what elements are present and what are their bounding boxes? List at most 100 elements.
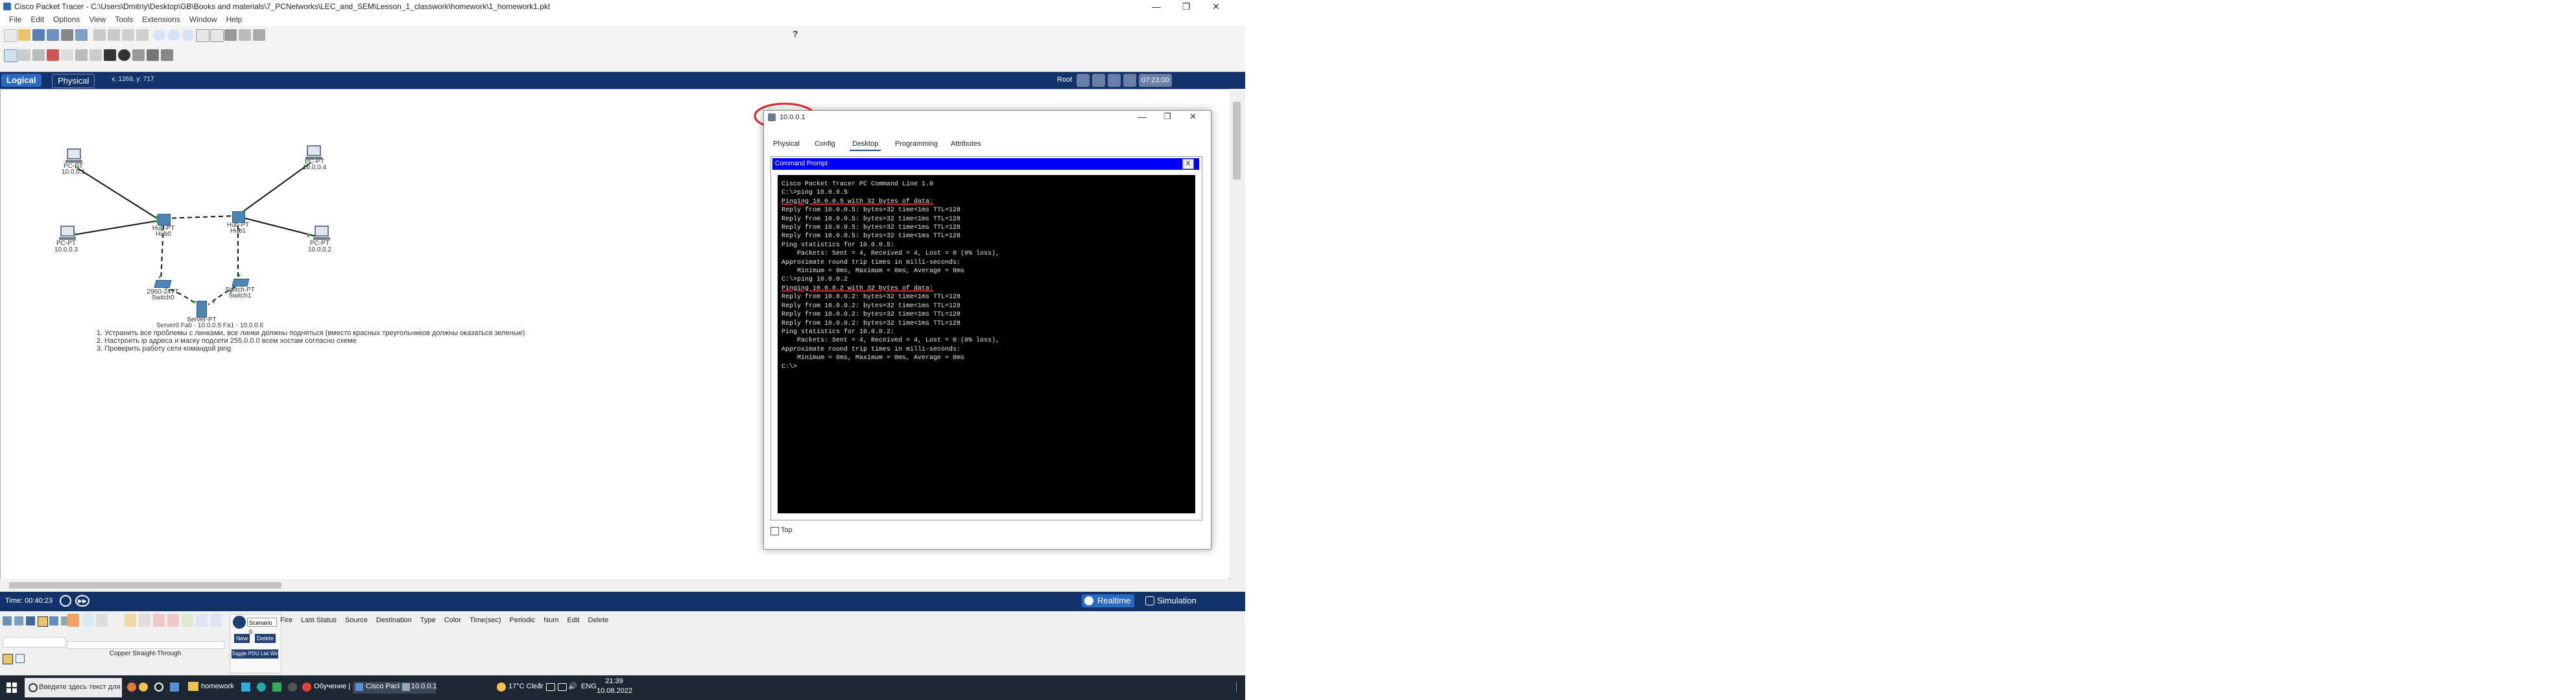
- copy-icon[interactable]: [93, 29, 106, 41]
- pc-window-close[interactable]: ✕: [1189, 111, 1197, 122]
- device-server0[interactable]: [197, 301, 207, 318]
- console-cable-icon[interactable]: [82, 614, 93, 627]
- volume-icon[interactable]: 🔊: [568, 682, 577, 690]
- viewport-icon[interactable]: [253, 29, 265, 41]
- palette-scrollbar[interactable]: [67, 641, 224, 649]
- menu-view[interactable]: View: [89, 14, 106, 26]
- device-pc-10-0-0-2[interactable]: [313, 226, 330, 240]
- zoom-reset-icon[interactable]: [167, 29, 180, 41]
- command-prompt-close[interactable]: X: [1182, 159, 1194, 169]
- serial-dte-icon[interactable]: [182, 614, 193, 627]
- media-icon[interactable]: [288, 682, 297, 692]
- app-icon[interactable]: [170, 682, 179, 692]
- maps-icon[interactable]: [257, 682, 266, 692]
- menu-window[interactable]: Window: [189, 14, 217, 26]
- network-devices-icon[interactable]: [3, 616, 12, 625]
- taskbar-app-pc-bg[interactable]: 10.0.0.1: [400, 682, 437, 694]
- zoom-out-icon[interactable]: [182, 29, 194, 41]
- tab-attributes[interactable]: Attributes: [948, 138, 983, 150]
- pc-window-maximize[interactable]: ❐: [1163, 111, 1171, 122]
- device-pc-10-0-0-3[interactable]: [59, 226, 76, 240]
- vertical-scroll-thumb[interactable]: [1233, 102, 1241, 180]
- chrome-icon[interactable]: [302, 682, 311, 692]
- tray-chevron-icon[interactable]: ⌃: [537, 682, 542, 690]
- components-icon[interactable]: [26, 616, 35, 625]
- save-as-icon[interactable]: [47, 29, 59, 41]
- network-icon[interactable]: [546, 683, 555, 691]
- taskbar-clock-date[interactable]: 10.08.2022: [597, 687, 632, 695]
- misc-icon[interactable]: [49, 616, 58, 625]
- navigation-back-icon[interactable]: [1077, 74, 1090, 87]
- phone-cable-icon[interactable]: [139, 614, 150, 627]
- menu-help[interactable]: Help: [226, 14, 243, 26]
- open-folder-icon[interactable]: [18, 29, 30, 41]
- file-explorer-icon[interactable]: [188, 682, 198, 691]
- workspace-horizontal-scrollbar[interactable]: [0, 579, 1229, 592]
- auto-connect-icon[interactable]: [67, 614, 79, 627]
- fast-forward-icon[interactable]: ▶▶: [75, 595, 89, 607]
- browser-icon[interactable]: [127, 682, 136, 692]
- tab-physical[interactable]: Physical: [52, 74, 95, 88]
- battery-icon[interactable]: [558, 683, 567, 691]
- task-view-icon[interactable]: [154, 682, 163, 692]
- root-label[interactable]: Root: [1057, 76, 1072, 84]
- toggle-pdu-list-button[interactable]: Toggle PDU List Window: [232, 649, 278, 659]
- activity-wizard-icon[interactable]: [75, 29, 88, 41]
- taskbar-search-box[interactable]: Введите здесь текст для поиска: [25, 678, 145, 697]
- redo-icon[interactable]: [136, 29, 149, 41]
- device-switch1[interactable]: [232, 279, 250, 286]
- new-file-icon[interactable]: [4, 29, 18, 42]
- tab-programming[interactable]: Programming: [892, 138, 940, 150]
- scenario-select[interactable]: Scenario 0: [247, 618, 277, 635]
- coaxial-icon[interactable]: [153, 614, 165, 627]
- serial-dce-icon[interactable]: [167, 614, 179, 627]
- menu-extensions[interactable]: Extensions: [142, 14, 180, 26]
- device-hub0[interactable]: [158, 214, 171, 226]
- taskbar-clock-time[interactable]: 21:39: [599, 677, 629, 685]
- draw-ellipse-icon[interactable]: [118, 49, 130, 61]
- selected-connection-icon[interactable]: [3, 654, 13, 664]
- draw-line-icon[interactable]: [89, 49, 102, 61]
- move-object-icon[interactable]: [1108, 74, 1121, 87]
- freeform-icon[interactable]: [132, 49, 145, 61]
- notification-icon[interactable]: [1236, 682, 1243, 692]
- undo-icon[interactable]: [122, 29, 134, 41]
- device-pc-10-0-0-1[interactable]: [66, 148, 82, 163]
- print-icon[interactable]: [61, 29, 73, 41]
- delete-icon[interactable]: [47, 49, 59, 61]
- clock-display[interactable]: 07:23:00: [1139, 74, 1172, 87]
- save-icon[interactable]: [32, 29, 45, 41]
- minimize-button[interactable]: —: [1141, 0, 1171, 14]
- delete-scenario-button[interactable]: Delete: [255, 634, 276, 643]
- help-icon[interactable]: ?: [793, 29, 798, 39]
- network-info-icon[interactable]: [239, 29, 251, 41]
- maximize-button[interactable]: ❐: [1171, 0, 1201, 14]
- device-pc-10-0-0-4[interactable]: [305, 145, 322, 159]
- end-devices-icon[interactable]: [14, 616, 23, 625]
- power-cycle-icon[interactable]: [60, 595, 71, 607]
- menu-file[interactable]: File: [9, 14, 21, 26]
- menu-options[interactable]: Options: [53, 14, 80, 26]
- tab-config[interactable]: Config: [812, 138, 838, 150]
- menu-edit[interactable]: Edit: [30, 14, 44, 26]
- set-background-icon[interactable]: [1123, 74, 1136, 87]
- place-note-icon[interactable]: [75, 49, 88, 61]
- device-search-input[interactable]: [3, 637, 66, 648]
- horizontal-scroll-thumb[interactable]: [9, 582, 281, 589]
- top-checkbox[interactable]: [770, 527, 779, 535]
- add-complex-pdu-icon[interactable]: [161, 49, 173, 61]
- crossover-icon[interactable]: [110, 614, 122, 627]
- tab-desktop[interactable]: Desktop: [850, 138, 881, 151]
- windows-start-icon[interactable]: [6, 682, 17, 693]
- taskbar-app-homework[interactable]: homework: [201, 682, 234, 690]
- grid-view-icon[interactable]: [16, 654, 25, 663]
- pc-window-minimize[interactable]: —: [1138, 111, 1147, 122]
- drawing-palette-icon[interactable]: [196, 29, 209, 42]
- iot-custom-cable-icon[interactable]: [210, 614, 222, 627]
- resize-icon[interactable]: [61, 49, 73, 61]
- add-simple-pdu-icon[interactable]: [147, 49, 159, 61]
- language-indicator[interactable]: ENG: [581, 682, 597, 690]
- pdu-icon[interactable]: [224, 29, 237, 41]
- close-button[interactable]: ✕: [1201, 0, 1231, 14]
- select-icon[interactable]: [4, 49, 18, 62]
